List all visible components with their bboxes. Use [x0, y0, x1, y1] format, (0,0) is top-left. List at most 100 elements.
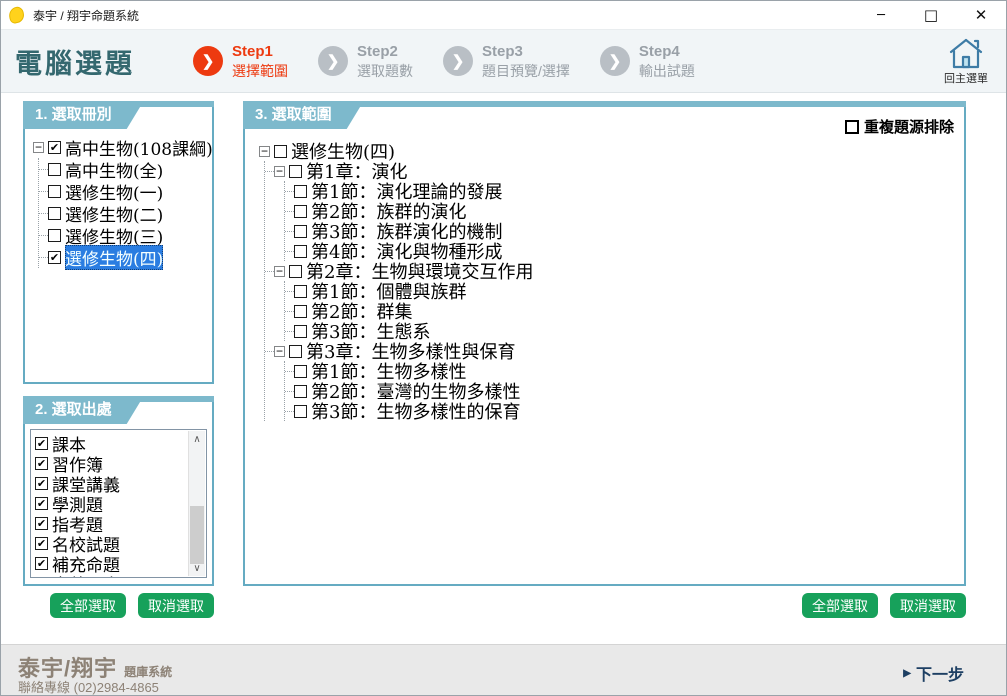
booklet-tree: − ✔ 高中生物(108課綱) 高中生物(全) 選修生物(一): [33, 136, 213, 268]
minimize-icon: ─: [877, 9, 885, 22]
checkbox[interactable]: ✔: [35, 537, 48, 550]
footer: 泰宇/翔宇 題庫系統 聯絡專線 (02)2984-4865 ▶ 下一步: [1, 644, 1006, 695]
range-deselect-button[interactable]: 取消選取: [890, 593, 966, 618]
step-4-chevron-icon: ❯: [600, 46, 630, 76]
source-select-all-button[interactable]: 全部選取: [50, 593, 126, 618]
range-select-all-button[interactable]: 全部選取: [802, 593, 878, 618]
tree-connector: [285, 191, 294, 192]
step-1-chevron-icon: ❯: [193, 46, 223, 76]
panel-range: 3. 選取範圍 重複題源排除 − 選修生物(四) −: [243, 101, 966, 586]
dedupe-checkbox-group[interactable]: 重複題源排除: [845, 116, 954, 137]
dedupe-label: 重複題源排除: [864, 116, 954, 137]
checkbox[interactable]: [294, 385, 307, 398]
minimize-button[interactable]: ─: [856, 1, 906, 29]
tree-item-label-selected[interactable]: 選修生物(四): [65, 245, 163, 270]
checkbox[interactable]: [48, 207, 61, 220]
tree-row: 選修生物(三): [39, 224, 213, 246]
expander-icon[interactable]: −: [274, 346, 285, 357]
checkbox[interactable]: ✔: [35, 557, 48, 570]
checkbox[interactable]: [289, 165, 302, 178]
tree-connector: [285, 331, 294, 332]
expander-icon[interactable]: −: [274, 166, 285, 177]
tree-connector: [39, 191, 48, 192]
next-label: 下一步: [916, 661, 964, 685]
checkbox[interactable]: ✔: [35, 477, 48, 490]
checkbox[interactable]: ✔: [48, 251, 61, 264]
source-deselect-button[interactable]: 取消選取: [138, 593, 214, 618]
tree-row: 高中生物(全): [39, 158, 213, 180]
checkbox[interactable]: [294, 405, 307, 418]
tree-row-section: 第3節：生物多樣性的保育: [285, 401, 533, 421]
range-tree-chapters: − 第1章：演化 第1節：演化理論的發展: [264, 161, 533, 421]
checkbox[interactable]: [294, 325, 307, 338]
checkbox[interactable]: [48, 229, 61, 242]
tree-connector: [285, 251, 294, 252]
checkbox[interactable]: [294, 225, 307, 238]
source-buttons: 全部選取 取消選取: [23, 593, 214, 618]
checkbox[interactable]: [289, 265, 302, 278]
tree-connector: [285, 211, 294, 212]
page-title: 電腦選題: [15, 42, 135, 81]
contact-line: 聯絡專線 (02)2984-4865: [18, 677, 159, 696]
tree-connector: [285, 291, 294, 292]
checkbox[interactable]: ✔: [48, 141, 61, 154]
panel-source: 2. 選取出處 ✔ 課本 ✔ 習作簿 ✔ 課堂講義 ✔ 學測題: [23, 396, 214, 586]
list-item-label[interactable]: 素養題本: [52, 571, 120, 579]
checkbox[interactable]: [294, 205, 307, 218]
checkbox[interactable]: [274, 145, 287, 158]
tree-connector: [39, 235, 48, 236]
app-window: 泰宇 / 翔宇命題系統 ─ □ ✕ 電腦選題 ❯ Step1 選擇範圍: [0, 0, 1007, 696]
expander-icon[interactable]: −: [33, 142, 44, 153]
chapter-sections: 第1節：演化理論的發展 第2節：族群的演化 第3節：族群演化的機制: [284, 181, 533, 261]
checkbox[interactable]: [294, 245, 307, 258]
tree-item-label[interactable]: 第3節：生物多樣性的保育: [311, 398, 520, 424]
step-3-chevron-icon: ❯: [443, 46, 473, 76]
checkbox[interactable]: ✔: [35, 497, 48, 510]
scrollbar[interactable]: ∧ ∨: [188, 431, 205, 576]
checkbox[interactable]: ✔: [35, 517, 48, 530]
checkbox[interactable]: [294, 365, 307, 378]
close-button[interactable]: ✕: [956, 1, 1006, 29]
step-4[interactable]: ❯ Step4 輸出試題: [600, 42, 695, 80]
window-title: 泰宇 / 翔宇命題系統: [33, 7, 139, 24]
header: 電腦選題 ❯ Step1 選擇範圍 ❯ Step2 選取題數 ❯ Step3: [1, 29, 1006, 93]
scroll-up-button[interactable]: ∧: [189, 431, 205, 447]
source-listbox: ✔ 課本 ✔ 習作簿 ✔ 課堂講義 ✔ 學測題 ✔ 指考題: [30, 429, 207, 578]
step-2[interactable]: ❯ Step2 選取題數: [318, 42, 413, 80]
step-1[interactable]: ❯ Step1 選擇範圍: [193, 42, 288, 80]
checkbox[interactable]: ✔: [35, 437, 48, 450]
maximize-button[interactable]: □: [906, 1, 956, 29]
step-2-sublabel: 選取題數: [357, 62, 413, 80]
step-3-label: Step3: [482, 42, 570, 62]
main-area: 1. 選取冊別 − ✔ 高中生物(108課綱) 高中生物(全): [1, 93, 1006, 646]
home-icon: [948, 37, 984, 69]
panel-booklet-title: 1. 選取冊別: [23, 101, 144, 129]
checkbox[interactable]: [294, 285, 307, 298]
home-button[interactable]: 回主選單: [936, 37, 996, 86]
tree-connector: [285, 391, 294, 392]
maximize-icon: □: [924, 8, 938, 23]
dedupe-checkbox[interactable]: [845, 120, 859, 134]
tree-connector: [265, 171, 274, 172]
tree-connector: [265, 271, 274, 272]
checkbox[interactable]: ✔: [35, 577, 48, 579]
chapter-block: − 第2章：生物與環境交互作用 第1節：個體與族群: [265, 261, 533, 341]
scroll-down-button[interactable]: ∨: [189, 560, 205, 576]
panel-source-title: 2. 選取出處: [23, 396, 144, 424]
panel-range-title: 3. 選取範圍: [243, 101, 364, 129]
checkbox[interactable]: [48, 185, 61, 198]
step-3[interactable]: ❯ Step3 題目預覽/選擇: [443, 42, 570, 80]
tree-row-selected: ✔ 選修生物(四): [39, 246, 213, 268]
checkbox[interactable]: [289, 345, 302, 358]
range-tree: − 選修生物(四) − 第1章：演化: [259, 141, 533, 421]
title-bar: 泰宇 / 翔宇命題系統 ─ □ ✕: [1, 1, 1006, 29]
checkbox[interactable]: [294, 305, 307, 318]
next-button[interactable]: ▶ 下一步: [903, 661, 964, 685]
checkbox[interactable]: [294, 185, 307, 198]
scroll-up-icon: ∧: [193, 434, 200, 445]
expander-icon[interactable]: −: [259, 146, 270, 157]
checkbox[interactable]: ✔: [35, 457, 48, 470]
scroll-thumb[interactable]: [190, 506, 204, 564]
checkbox[interactable]: [48, 163, 61, 176]
expander-icon[interactable]: −: [274, 266, 285, 277]
